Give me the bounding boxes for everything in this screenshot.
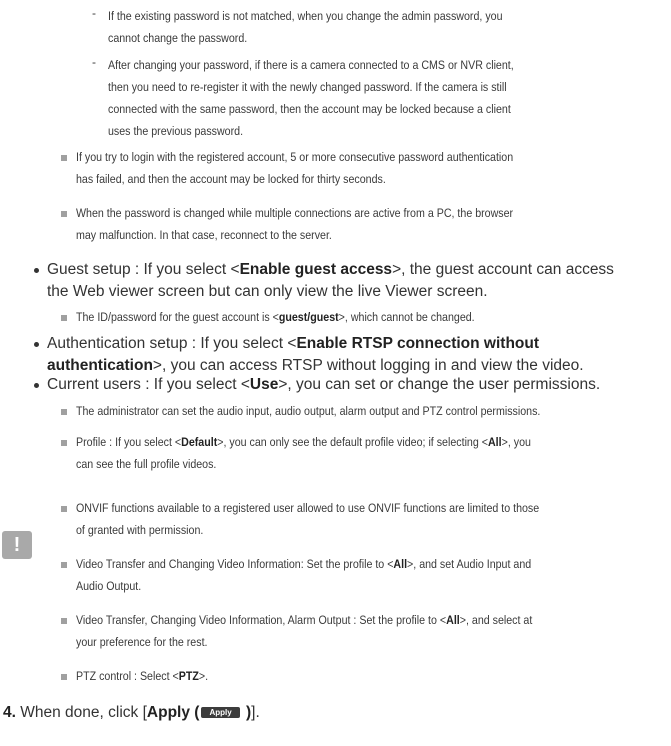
dash-item-1-line-2: cannot change the password. bbox=[108, 31, 248, 45]
bullet-dot-icon bbox=[34, 383, 39, 388]
step-4: 4. When done, click [Apply (Apply )]. bbox=[3, 704, 260, 721]
guest-setup-line-2: the Web viewer screen but can only view … bbox=[47, 283, 488, 300]
bullet-dot-icon bbox=[34, 268, 39, 273]
auth-setup-line-1: Authentication setup : If you select <En… bbox=[47, 335, 540, 352]
caution-note-3-line-1: Video Transfer, Changing Video Informati… bbox=[76, 613, 533, 627]
current-users-line: Current users : If you select <Use>, you… bbox=[47, 376, 601, 393]
dash-item-2-line-2: then you need to re-register it with the… bbox=[108, 80, 507, 94]
note-bullet-icon bbox=[61, 440, 67, 446]
guest-setup-line-1: Guest setup : If you select <Enable gues… bbox=[47, 261, 614, 278]
current-users-note-1: The administrator can set the audio inpu… bbox=[76, 404, 541, 418]
dash-item-2-line-1: After changing your password, if there i… bbox=[108, 58, 514, 72]
caution-note-2-line-1: Video Transfer and Changing Video Inform… bbox=[76, 557, 532, 571]
note-bullet-icon bbox=[61, 506, 67, 512]
note-bullet-icon bbox=[61, 155, 67, 161]
note-bullet-icon bbox=[61, 674, 67, 680]
caution-note-1-line-2: of granted with permission. bbox=[76, 523, 204, 537]
apply-button-image: Apply bbox=[201, 707, 240, 718]
note-bullet-icon bbox=[61, 409, 67, 415]
note-bullet-icon bbox=[61, 315, 67, 321]
dash-item-1-line-1: If the existing password is not matched,… bbox=[108, 9, 503, 23]
caution-note-4: PTZ control : Select <PTZ>. bbox=[76, 669, 209, 683]
dash-marker: - bbox=[92, 55, 96, 69]
note-2-line-2: may malfunction. In that case, reconnect… bbox=[76, 228, 332, 242]
auth-setup-line-2: authentication>, you can access RTSP wit… bbox=[47, 357, 584, 374]
caution-note-3-line-2: your preference for the rest. bbox=[76, 635, 208, 649]
manual-page: { "dash_items": [ {"l1": "If the existin… bbox=[0, 0, 671, 746]
bullet-dot-icon bbox=[34, 342, 39, 347]
step-number: 4. bbox=[3, 704, 16, 721]
caution-note-1-line-1: ONVIF functions available to a registere… bbox=[76, 501, 540, 515]
current-users-note-2-line-2: can see the full profile videos. bbox=[76, 457, 217, 471]
note-bullet-icon bbox=[61, 211, 67, 217]
note-bullet-icon bbox=[61, 562, 67, 568]
caution-icon: ! bbox=[2, 531, 32, 559]
dash-marker: - bbox=[92, 6, 96, 20]
note-1-line-1: If you try to login with the registered … bbox=[76, 150, 514, 164]
dash-item-2-line-3: connected with the same password, then t… bbox=[108, 102, 511, 116]
current-users-note-2-line-1: Profile : If you select <Default>, you c… bbox=[76, 435, 531, 449]
guest-note: The ID/password for the guest account is… bbox=[76, 310, 475, 324]
dash-item-2-line-4: uses the previous password. bbox=[108, 124, 244, 138]
note-1-line-2: has failed, and then the account may be … bbox=[76, 172, 386, 186]
note-bullet-icon bbox=[61, 618, 67, 624]
caution-note-2-line-2: Audio Output. bbox=[76, 579, 142, 593]
note-2-line-1: When the password is changed while multi… bbox=[76, 206, 514, 220]
